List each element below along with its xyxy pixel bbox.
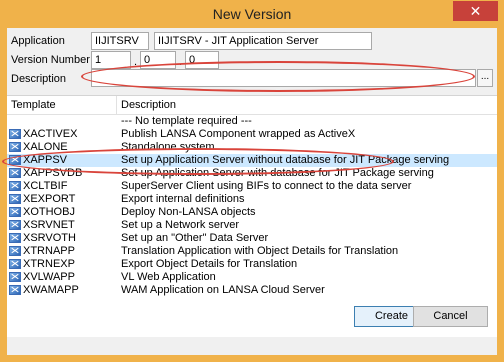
table-row[interactable]: XSRVOTH Set up an "Other" Data Server xyxy=(7,232,497,245)
template-icon xyxy=(9,246,21,256)
template-icon xyxy=(9,194,21,204)
template-icon xyxy=(9,207,21,217)
new-version-dialog: New Version ✕ Application IIJITSRV IIJIT… xyxy=(0,0,504,362)
version-number-label: Version Number xyxy=(11,54,90,66)
template-name: XTRNEXP xyxy=(23,258,75,270)
window-title: New Version xyxy=(212,6,292,22)
template-icon xyxy=(9,129,21,139)
template-description: Set up a Network server xyxy=(121,219,239,231)
column-separator[interactable] xyxy=(116,96,117,114)
template-name: XALONE xyxy=(23,141,68,153)
application-code-field[interactable]: IIJITSRV xyxy=(91,32,149,50)
template-description: Export internal definitions xyxy=(121,193,245,205)
table-row[interactable]: XTRNAPP Translation Application with Obje… xyxy=(7,245,497,258)
dialog-body: Application IIJITSRV IIJITSRV - JIT Appl… xyxy=(2,28,497,355)
table-row[interactable]: XVLWAPP VL Web Application xyxy=(7,271,497,284)
template-description: Standalone system xyxy=(121,141,215,153)
table-row[interactable]: XAPPSVDB Set up Application Server with d… xyxy=(7,167,497,180)
list-header: Template Description xyxy=(7,96,497,115)
table-row[interactable]: XTRNEXP Export Object Details for Transla… xyxy=(7,258,497,271)
template-description: Set up Application Server with database … xyxy=(121,167,434,179)
template-description: Deploy Non-LANSA objects xyxy=(121,206,256,218)
table-row[interactable]: XALONE Standalone system xyxy=(7,141,497,154)
column-header-description[interactable]: Description xyxy=(121,99,176,111)
template-icon xyxy=(9,155,21,165)
template-description: WAM Application on LANSA Cloud Server xyxy=(121,284,325,296)
version-separator-2: . xyxy=(179,56,183,68)
application-label: Application xyxy=(11,35,65,47)
template-name: XTRNAPP xyxy=(23,245,75,257)
template-icon xyxy=(9,220,21,230)
template-name: XOTHOBJ xyxy=(23,206,75,218)
version-major-field[interactable]: 1 xyxy=(91,51,131,69)
table-row[interactable]: XOTHOBJ Deploy Non-LANSA objects xyxy=(7,206,497,219)
column-header-template[interactable]: Template xyxy=(11,99,56,111)
description-field[interactable] xyxy=(91,69,476,87)
close-button[interactable]: ✕ xyxy=(453,1,498,21)
version-minor-field[interactable]: 0 xyxy=(140,51,176,69)
template-description: SuperServer Client using BIFs to connect… xyxy=(121,180,412,192)
template-name: XAPPSVDB xyxy=(23,167,83,179)
table-row[interactable]: XCLTBIF SuperServer Client using BIFs to … xyxy=(7,180,497,193)
table-row[interactable]: XACTIVEX Publish LANSA Component wrapped … xyxy=(7,128,497,141)
description-browse-button[interactable]: ... xyxy=(477,69,493,87)
template-name: XVLWAPP xyxy=(23,271,75,283)
table-row[interactable]: XSRVNET Set up a Network server xyxy=(7,219,497,232)
table-row[interactable]: --- No template required --- xyxy=(7,115,497,128)
template-description: --- No template required --- xyxy=(121,115,252,127)
title-bar[interactable]: New Version ✕ xyxy=(0,0,504,28)
template-name: XACTIVEX xyxy=(23,128,78,140)
close-icon: ✕ xyxy=(469,3,482,19)
template-list[interactable]: Template Description --- No template req… xyxy=(7,95,497,337)
template-name: XCLTBIF xyxy=(23,180,68,192)
template-name: XSRVNET xyxy=(23,219,75,231)
template-icon xyxy=(9,233,21,243)
template-name: XEXPORT xyxy=(23,193,76,205)
version-separator-1: . xyxy=(134,56,138,68)
template-icon xyxy=(9,272,21,282)
template-icon xyxy=(9,168,21,178)
application-description-field[interactable]: IIJITSRV - JIT Application Server xyxy=(154,32,372,50)
table-row-selected[interactable]: XAPPSV Set up Application Server without … xyxy=(7,154,497,167)
cancel-button[interactable]: Cancel xyxy=(413,306,488,327)
template-description: Export Object Details for Translation xyxy=(121,258,298,270)
list-rows: --- No template required --- XACTIVEX Publ… xyxy=(7,115,497,297)
template-name: XAPPSV xyxy=(23,154,68,166)
template-icon xyxy=(9,142,21,152)
template-name: XSRVOTH xyxy=(23,232,76,244)
template-name: XWAMAPP xyxy=(23,284,79,296)
template-icon xyxy=(9,259,21,269)
template-description: Set up Application Server without databa… xyxy=(121,154,450,166)
table-row[interactable]: XEXPORT Export internal definitions xyxy=(7,193,497,206)
description-label: Description xyxy=(11,73,67,85)
template-icon xyxy=(9,285,21,295)
template-icon xyxy=(9,181,21,191)
version-patch-field[interactable]: 0 xyxy=(185,51,219,69)
template-description: VL Web Application xyxy=(121,271,216,283)
template-description: Publish LANSA Component wrapped as Activ… xyxy=(121,128,356,140)
template-description: Translation Application with Object Deta… xyxy=(121,245,399,257)
table-row[interactable]: XWAMAPP WAM Application on LANSA Cloud Se… xyxy=(7,284,497,297)
template-description: Set up an "Other" Data Server xyxy=(121,232,269,244)
